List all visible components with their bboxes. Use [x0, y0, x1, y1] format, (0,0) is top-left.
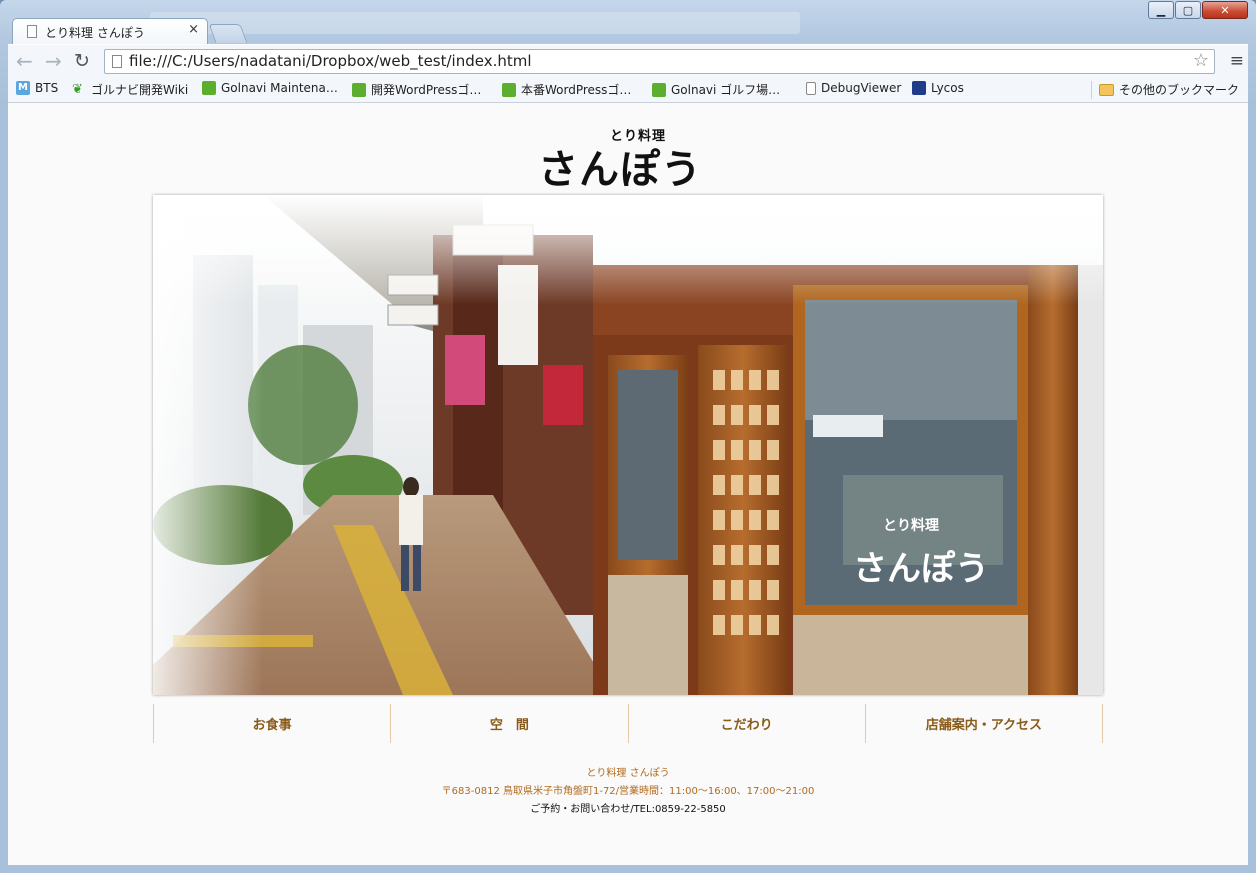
bookmark-dev-wordpress[interactable]: 開発WordPressゴ…: [352, 81, 481, 98]
storefront-sign-small: とり料理: [883, 517, 939, 534]
minimize-button[interactable]: ▁: [1148, 1, 1174, 19]
bookmark-separator: [1091, 81, 1092, 99]
nav-item-meal[interactable]: お食事: [153, 704, 390, 743]
bookmark-label: 本番WordPressゴ…: [521, 83, 632, 97]
nav-item-commitment[interactable]: こだわり: [627, 704, 865, 743]
star-icon[interactable]: ☆: [1193, 50, 1209, 71]
browser-window: ▁ ▢ ✕ とり料理 さんぽう × ← → ↻ file:///C:/Users…: [0, 0, 1256, 873]
page-viewport: とり料理 さんぽう とり料理 さんぽう お食事 空 間 こだわり 店舗案内・アク…: [8, 103, 1248, 865]
bookmark-golnavi-wiki[interactable]: ❦ ゴルナビ開発Wiki: [72, 81, 188, 98]
logo-title: さんぽう: [538, 147, 702, 193]
footer-contact: ご予約・お問い合わせ/TEL:0859-22-5850: [530, 804, 726, 815]
bookmark-golnavi-maintenance[interactable]: Golnavi Maintena…: [202, 81, 338, 95]
browser-tab[interactable]: とり料理 さんぽう ×: [12, 18, 208, 44]
bookmark-golnavi-golf[interactable]: Golnavi ゴルフ場…: [652, 81, 780, 98]
bookmark-label: 開発WordPressゴ…: [371, 83, 482, 97]
bookmark-bts[interactable]: M BTS: [16, 81, 58, 95]
bookmark-prod-wordpress[interactable]: 本番WordPressゴ…: [502, 81, 631, 98]
golf-icon: [652, 82, 666, 97]
window-frame-bottom: [0, 865, 1256, 873]
menu-icon[interactable]: ≡: [1230, 51, 1244, 71]
close-window-button[interactable]: ✕: [1202, 1, 1248, 19]
bookmarks-bar: M BTS ❦ ゴルナビ開発Wiki Golnavi Maintena… 開発W…: [8, 77, 1248, 103]
bookmark-debugviewer[interactable]: DebugViewer: [806, 81, 901, 95]
background-app-toolbar: [150, 12, 800, 34]
hero-image: とり料理 さんぽう: [153, 195, 1103, 695]
bookmark-lycos[interactable]: Lycos: [912, 81, 964, 95]
maximize-button[interactable]: ▢: [1175, 1, 1201, 19]
golf-icon: [352, 82, 366, 97]
storefront-sign: さんぽう: [853, 549, 989, 589]
browser-toolbar: ← → ↻ file:///C:/Users/nadatani/Dropbox/…: [8, 44, 1248, 78]
tab-close-icon[interactable]: ×: [188, 22, 199, 37]
footer: とり料理 さんぽう 〒683-0812 鳥取県米子市角盤町1-72/営業時間：1…: [8, 765, 1248, 819]
nav-item-space[interactable]: 空 間: [390, 704, 627, 743]
back-icon[interactable]: ←: [16, 50, 33, 72]
new-tab-button[interactable]: [208, 24, 248, 43]
golf-icon: [502, 82, 516, 97]
footer-address: 〒683-0812 鳥取県米子市角盤町1-72/営業時間：11:00～16:00…: [441, 786, 815, 797]
tab-title: とり料理 さんぽう: [45, 26, 145, 40]
reload-icon[interactable]: ↻: [74, 50, 90, 72]
main-nav: お食事 空 間 こだわり 店舗案内・アクセス: [153, 704, 1103, 743]
bookmark-label: Golnavi Maintena…: [221, 81, 338, 95]
footer-shop-name: とり料理 さんぽう: [586, 768, 670, 779]
bookmark-label: Lycos: [931, 81, 964, 95]
url-text[interactable]: file:///C:/Users/nadatani/Dropbox/web_te…: [129, 52, 532, 70]
address-bar[interactable]: file:///C:/Users/nadatani/Dropbox/web_te…: [104, 49, 1215, 74]
forward-icon[interactable]: →: [45, 50, 62, 72]
bts-icon: M: [16, 81, 30, 95]
page-icon: [112, 55, 122, 68]
storefront-photo: とり料理 さんぽう: [153, 195, 1103, 695]
leaf-icon: ❦: [72, 81, 83, 97]
bookmark-label: その他のブックマーク: [1119, 83, 1240, 97]
document-icon: [806, 81, 816, 95]
bookmark-label: DebugViewer: [821, 81, 902, 95]
bookmark-label: ゴルナビ開発Wiki: [91, 83, 189, 97]
bookmark-other-folder[interactable]: その他のブックマーク: [1099, 81, 1239, 98]
bookmark-label: BTS: [35, 81, 59, 95]
lycos-icon: [912, 81, 926, 95]
window-caption-buttons: ▁ ▢ ✕: [1147, 1, 1248, 21]
folder-icon: [1099, 83, 1114, 96]
golf-icon: [202, 81, 216, 95]
page-icon: [27, 25, 37, 38]
bookmark-label: Golnavi ゴルフ場…: [671, 83, 781, 97]
nav-item-access[interactable]: 店舗案内・アクセス: [864, 704, 1103, 743]
